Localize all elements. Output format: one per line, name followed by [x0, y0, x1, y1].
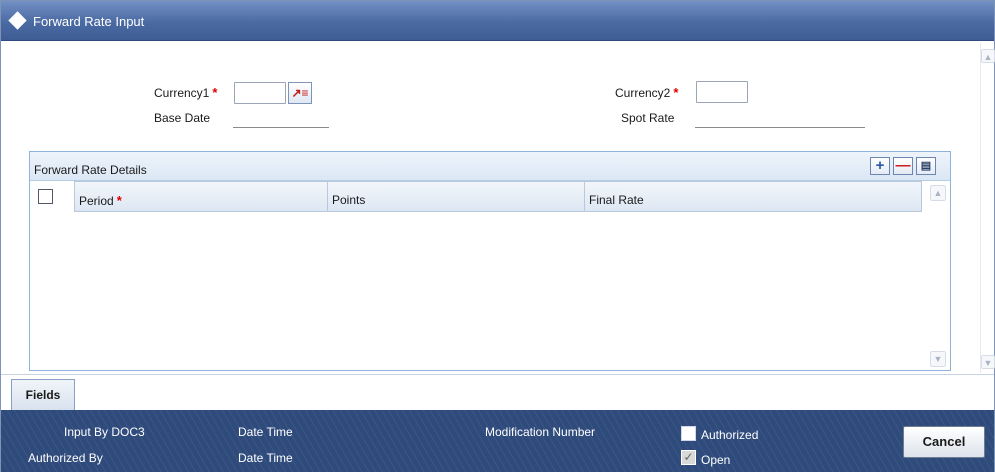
tab-fields[interactable]: Fields — [11, 379, 75, 411]
currency1-input[interactable] — [234, 82, 286, 104]
tab-bar: Fields — [1, 374, 994, 411]
base-date-value — [233, 127, 329, 128]
delete-row-button[interactable]: — — [893, 157, 913, 175]
single-view-button[interactable]: ▤ — [916, 157, 936, 175]
title-bar[interactable]: Forward Rate Input — [1, 1, 994, 41]
checkmark-icon: ✓ — [683, 450, 694, 464]
authorized-by-label: Authorized By — [28, 451, 103, 465]
required-marker: * — [673, 85, 679, 100]
grid-scroll-up-icon[interactable]: ▲ — [930, 185, 946, 201]
column-header-final-rate[interactable]: Final Rate — [584, 181, 922, 212]
grid-title: Forward Rate Details — [34, 163, 147, 177]
authorized-checkbox[interactable] — [681, 426, 696, 441]
minus-icon: — — [895, 157, 911, 174]
scroll-down-arrow-icon[interactable]: ▼ — [981, 355, 995, 369]
column-header-points[interactable]: Points — [327, 181, 585, 212]
required-marker: * — [212, 85, 218, 100]
window-vertical-scrollbar[interactable]: ▲ ▼ — [980, 43, 995, 373]
forward-rate-input-window: Forward Rate Input Currency1 * ↗≡ Base Da… — [0, 0, 995, 472]
open-label: Open — [701, 453, 731, 467]
open-checkbox[interactable]: ✓ — [681, 450, 696, 465]
grid-toolbar: Forward Rate Details + — ▤ — [30, 152, 950, 181]
spot-rate-value — [695, 127, 865, 128]
diamond-icon — [8, 11, 27, 30]
authorized-label: Authorized — [701, 428, 759, 442]
input-date-time-label: Date Time — [238, 425, 293, 439]
column-header-period[interactable]: Period * — [74, 181, 328, 212]
currency2-input[interactable] — [696, 81, 748, 103]
input-by-label: Input By DOC3 — [64, 425, 145, 439]
select-all-cell — [30, 181, 74, 212]
select-all-checkbox[interactable] — [38, 189, 53, 204]
scroll-up-arrow-icon[interactable]: ▲ — [981, 49, 995, 63]
currency1-label-group: Currency1 * — [154, 85, 217, 100]
base-date-label: Base Date — [154, 111, 211, 125]
list-view-icon: ▤ — [920, 160, 932, 172]
audit-footer: Input By DOC3 Authorized By Date Time Da… — [1, 410, 994, 472]
window-title: Forward Rate Input — [33, 14, 145, 29]
authorized-date-time-label: Date Time — [238, 451, 293, 465]
cancel-button[interactable]: Cancel — [903, 426, 985, 458]
modification-number-label: Modification Number — [485, 425, 596, 439]
plus-icon: + — [875, 157, 885, 174]
forward-rate-details-panel: Forward Rate Details + — ▤ Period * Point… — [29, 151, 951, 371]
spot-rate-label: Spot Rate — [621, 111, 675, 125]
currency1-lov-button[interactable]: ↗≡ — [288, 82, 312, 104]
currency2-label: Currency2 — [615, 86, 671, 100]
currency1-label: Currency1 — [154, 86, 210, 100]
grid-vertical-scrollbar[interactable]: ▲ ▼ — [928, 181, 948, 368]
required-marker: * — [116, 193, 122, 208]
grid-scroll-down-icon[interactable]: ▼ — [930, 351, 946, 367]
grid-column-headers: Period * Points Final Rate — [30, 181, 950, 212]
add-row-button[interactable]: + — [870, 157, 890, 175]
list-of-values-icon: ↗≡ — [291, 86, 309, 100]
currency2-label-group: Currency2 * — [615, 85, 678, 100]
